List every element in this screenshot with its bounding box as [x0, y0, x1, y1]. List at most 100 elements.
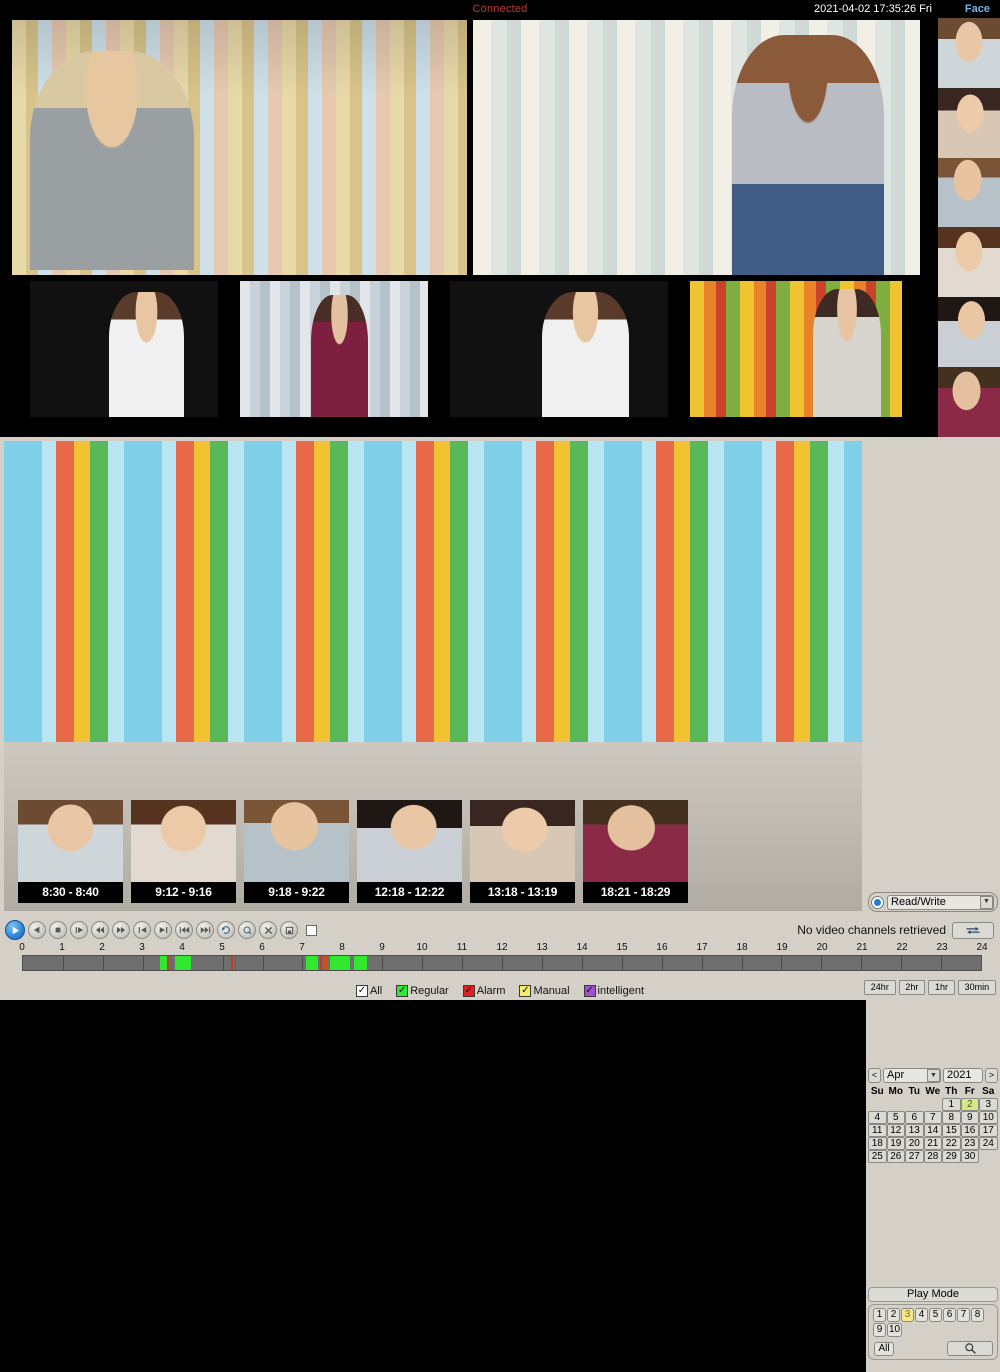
calendar-day[interactable]: 9: [960, 1111, 979, 1124]
calendar-day[interactable]: 18: [868, 1137, 887, 1150]
face-result-item[interactable]: 8:30 - 8:40: [18, 800, 123, 903]
calendar-day[interactable]: 12: [886, 1124, 905, 1137]
frame-step-button[interactable]: [70, 921, 88, 939]
calendar-day[interactable]: 1: [942, 1098, 961, 1111]
calendar-day[interactable]: 19: [886, 1137, 905, 1150]
timeline-segment-alarm[interactable]: [170, 956, 173, 970]
channel-button-8[interactable]: 8: [971, 1308, 984, 1322]
calendar-day[interactable]: 5: [886, 1111, 905, 1124]
next-file-button[interactable]: [196, 921, 214, 939]
calendar-day[interactable]: 28: [923, 1150, 942, 1163]
range-button-1hr[interactable]: 1hr: [928, 980, 955, 995]
face-capture-3[interactable]: [938, 157, 1000, 228]
calendar-prev-button[interactable]: <: [868, 1068, 881, 1083]
channel-button-2[interactable]: 2: [887, 1308, 900, 1322]
calendar-day[interactable]: 30: [960, 1150, 979, 1163]
select-all-checkbox[interactable]: [306, 924, 317, 936]
loop-button[interactable]: [217, 921, 235, 939]
calendar-day[interactable]: 11: [868, 1124, 887, 1137]
calendar-day[interactable]: 8: [942, 1111, 961, 1124]
legend-checkbox[interactable]: ✓: [462, 985, 475, 997]
legend-item-manual[interactable]: ✓ Manual: [519, 985, 570, 997]
calendar-day[interactable]: 24: [979, 1137, 998, 1150]
face-result-item[interactable]: 18:21 - 18:29: [583, 800, 688, 903]
timeline-segment-alarm[interactable]: [167, 956, 170, 970]
legend-item-intelligent[interactable]: ✓ intelligent: [583, 985, 644, 997]
calendar-day[interactable]: 29: [942, 1150, 961, 1163]
stop-button[interactable]: [49, 921, 67, 939]
calendar-day[interactable]: 14: [923, 1124, 942, 1137]
chevron-down-icon[interactable]: ▼: [980, 895, 993, 909]
play-button[interactable]: [5, 920, 25, 940]
channel-button-9[interactable]: 9: [873, 1323, 886, 1337]
chevron-down-icon[interactable]: ▼: [927, 1069, 940, 1082]
live-tile-channel-1[interactable]: [12, 20, 467, 275]
calendar-day[interactable]: 26: [886, 1150, 905, 1163]
read-write-radio[interactable]: [872, 896, 883, 908]
legend-checkbox[interactable]: ✓: [396, 985, 409, 997]
channel-button-5[interactable]: 5: [929, 1308, 942, 1322]
previous-frame-button[interactable]: [133, 921, 151, 939]
face-result-item[interactable]: 9:12 - 9:16: [131, 800, 236, 903]
legend-item-regular[interactable]: ✓ Regular: [396, 985, 449, 997]
live-tile-channel-4[interactable]: [240, 281, 428, 417]
channel-button-3[interactable]: 3: [901, 1308, 914, 1322]
calendar-day[interactable]: 23: [960, 1137, 979, 1150]
fast-forward-button[interactable]: [112, 921, 130, 939]
timeline-segment-alarm[interactable]: [323, 956, 328, 970]
calendar-day[interactable]: 6: [905, 1111, 924, 1124]
face-capture-4[interactable]: [938, 227, 1000, 298]
legend-checkbox[interactable]: ✓: [355, 985, 368, 997]
timeline-segment-alarm[interactable]: [234, 956, 237, 970]
calendar-day[interactable]: 20: [905, 1137, 924, 1150]
calendar-day[interactable]: 22: [942, 1137, 961, 1150]
close-icon[interactable]: [259, 921, 277, 939]
calendar-day[interactable]: 17: [979, 1124, 998, 1137]
timeline-segment-regular[interactable]: [174, 956, 192, 970]
timeline-segment-alarm[interactable]: [319, 956, 322, 970]
calendar-day[interactable]: 27: [905, 1150, 924, 1163]
calendar-year-field[interactable]: 2021: [943, 1068, 983, 1083]
channel-all-button[interactable]: All: [874, 1342, 894, 1356]
legend-item-all[interactable]: ✓ All: [355, 985, 382, 997]
live-tile-channel-3[interactable]: [30, 281, 218, 417]
face-capture-1[interactable]: [938, 18, 1000, 88]
range-button-30min[interactable]: 30min: [957, 980, 996, 995]
timeline-segment-alarm[interactable]: [231, 956, 233, 970]
calendar-day[interactable]: 3: [979, 1098, 998, 1111]
calendar-next-button[interactable]: >: [985, 1068, 998, 1083]
reverse-play-button[interactable]: [28, 921, 46, 939]
face-capture-2[interactable]: [938, 87, 1000, 158]
legend-checkbox[interactable]: ✓: [583, 985, 596, 997]
legend-item-alarm[interactable]: ✓ Alarm: [462, 985, 505, 997]
range-button-24hr[interactable]: 24hr: [864, 980, 896, 995]
range-button-2hr[interactable]: 2hr: [898, 980, 926, 995]
calendar-month-select[interactable]: Apr ▼: [883, 1068, 941, 1083]
timeline-track[interactable]: [22, 955, 982, 971]
calendar-day[interactable]: 25: [868, 1150, 887, 1163]
face-capture-6[interactable]: [938, 367, 1000, 437]
previous-file-button[interactable]: [175, 921, 193, 939]
timeline-segment-regular[interactable]: [159, 956, 167, 970]
calendar-day-selected[interactable]: 2: [960, 1098, 979, 1111]
calendar-day[interactable]: 16: [960, 1124, 979, 1137]
channel-button-4[interactable]: 4: [915, 1308, 928, 1322]
clip-button[interactable]: [238, 921, 256, 939]
face-result-item[interactable]: 9:18 - 9:22: [244, 800, 349, 903]
timeline-segment-regular[interactable]: [353, 956, 368, 970]
channel-button-10[interactable]: 10: [887, 1323, 903, 1337]
calendar-day[interactable]: 13: [905, 1124, 924, 1137]
live-tile-channel-6[interactable]: [690, 281, 902, 417]
calendar-day[interactable]: 7: [923, 1111, 942, 1124]
channel-button-1[interactable]: 1: [873, 1308, 886, 1322]
playback-video-view[interactable]: 8:30 - 8:40 9:12 - 9:16 9:18 - 9:22 12:1…: [4, 441, 862, 911]
next-frame-button[interactable]: [154, 921, 172, 939]
live-tile-channel-5[interactable]: [450, 281, 668, 417]
channel-button-6[interactable]: 6: [943, 1308, 956, 1322]
search-icon[interactable]: [947, 1341, 993, 1356]
face-capture-5[interactable]: [938, 297, 1000, 368]
timeline-segment-regular[interactable]: [305, 956, 318, 970]
slow-backward-button[interactable]: [91, 921, 109, 939]
legend-checkbox[interactable]: ✓: [519, 985, 532, 997]
face-result-item[interactable]: 13:18 - 13:19: [470, 800, 575, 903]
